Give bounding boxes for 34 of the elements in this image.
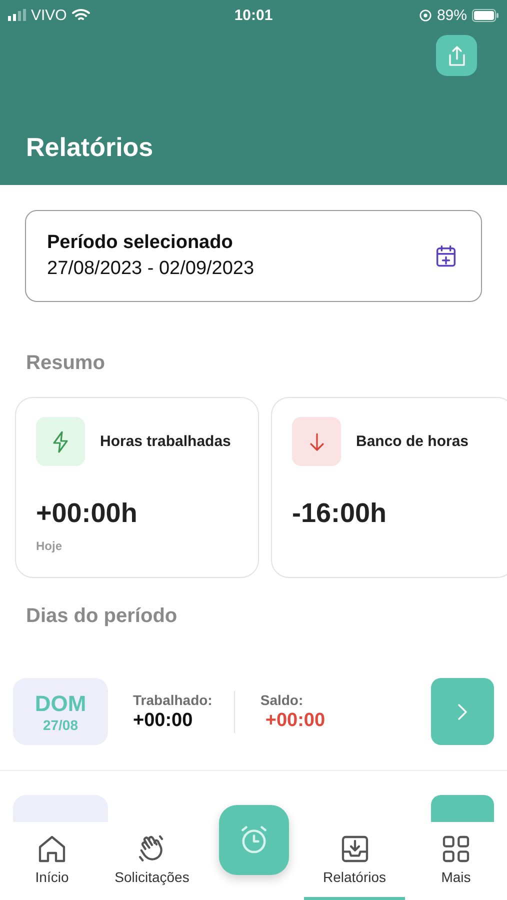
- period-label: Período selecionado: [47, 232, 234, 254]
- tab-item[interactable]: Início: [0, 822, 104, 900]
- day-date: 27/08: [42, 716, 78, 732]
- clock-time: 10:01: [234, 6, 273, 24]
- signal-icon: [8, 9, 26, 21]
- battery-percent: 89%: [436, 6, 467, 24]
- weekday: DOM: [34, 690, 86, 716]
- section-title: Resumo: [26, 352, 105, 374]
- card-label: Horas trabalhadas: [100, 433, 231, 450]
- card-label: Banco de horas: [356, 433, 469, 450]
- clock-button[interactable]: [219, 805, 289, 875]
- section-title: Dias do período: [26, 605, 178, 627]
- worked-label: Trabalhado:: [133, 692, 212, 708]
- home-icon: [36, 833, 68, 865]
- period-range: 27/08/2023 - 02/09/2023: [47, 258, 256, 280]
- share-button[interactable]: [436, 35, 477, 76]
- carrier-name: VIVO: [31, 6, 67, 24]
- hours-value: -16:00h: [292, 498, 388, 529]
- wifi-icon: [72, 8, 90, 22]
- tab-item[interactable]: Solicitações: [104, 822, 200, 900]
- grid-icon: [440, 833, 472, 865]
- orientation-lock-icon: [418, 8, 432, 22]
- period-card[interactable]: Período selecionado 27/08/2023 - 02/09/2023: [25, 210, 482, 302]
- balance-value: +00:00: [264, 710, 326, 732]
- worked-value: +00:00: [133, 710, 194, 732]
- tab-item[interactable]: Relatórios: [304, 822, 405, 900]
- balance-label: Saldo:: [260, 692, 304, 708]
- open-day-button[interactable]: [431, 678, 494, 745]
- chevron-right-icon: [458, 702, 468, 720]
- hours-value: +00:00h: [36, 498, 138, 529]
- battery-icon: [472, 8, 499, 22]
- card-note: Hoje: [36, 539, 64, 553]
- page-title: Relatórios: [25, 131, 154, 163]
- tab-item[interactable]: Mais: [405, 822, 507, 900]
